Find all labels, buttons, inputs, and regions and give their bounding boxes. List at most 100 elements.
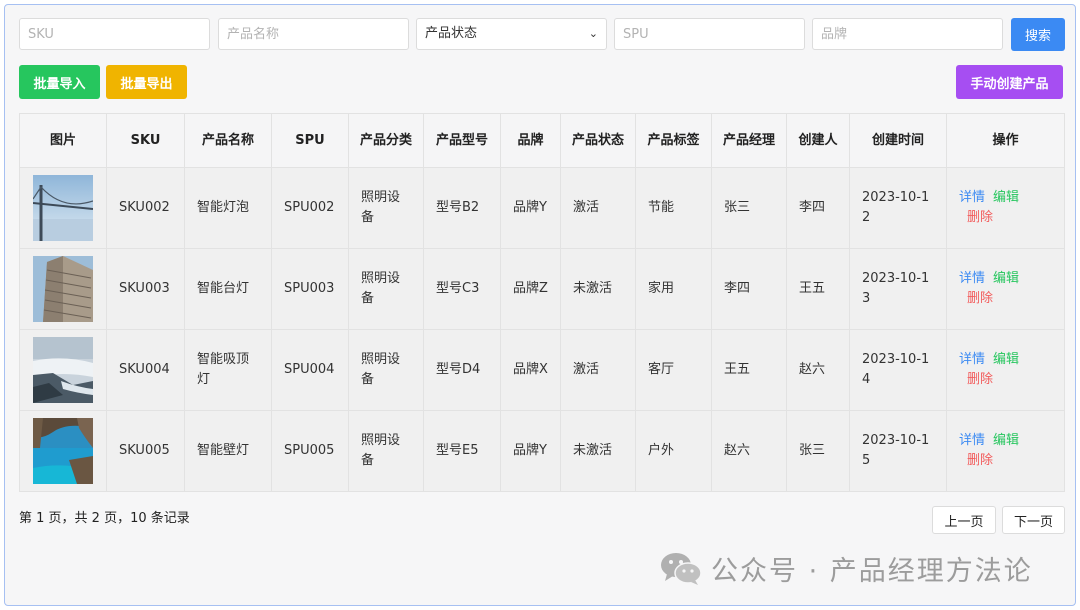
sku-cell: SKU004 bbox=[106, 329, 185, 411]
category-cell: 照明设备 bbox=[348, 410, 424, 492]
brand-cell: 品牌Y bbox=[500, 167, 561, 249]
header-actions: 操作 bbox=[946, 113, 1065, 168]
product-name-cell: 智能灯泡 bbox=[184, 167, 272, 249]
image-cell bbox=[19, 329, 107, 411]
delete-link[interactable]: 删除 bbox=[967, 289, 993, 309]
detail-link[interactable]: 详情 bbox=[959, 350, 985, 370]
delete-link[interactable]: 删除 bbox=[967, 208, 993, 228]
image-cell bbox=[19, 410, 107, 492]
filter-bar: 产品状态 ⌄ 搜索 bbox=[19, 18, 1065, 51]
header-model: 产品型号 bbox=[423, 113, 501, 168]
table-row: SKU005 智能壁灯 SPU005 照明设备 型号E5 品牌Y 未激活 户外 … bbox=[19, 410, 1065, 492]
header-tag: 产品标签 bbox=[635, 113, 712, 168]
table-row: SKU004 智能吸顶灯 SPU004 照明设备 型号D4 品牌X 激活 客厅 … bbox=[19, 329, 1065, 411]
model-cell: 型号E5 bbox=[423, 410, 501, 492]
edit-link[interactable]: 编辑 bbox=[993, 188, 1019, 208]
bulk-import-button[interactable]: 批量导入 bbox=[19, 65, 100, 99]
header-category: 产品分类 bbox=[348, 113, 424, 168]
tag-cell: 客厅 bbox=[635, 329, 712, 411]
model-cell: 型号C3 bbox=[423, 248, 501, 330]
created-time-cell: 2023-10-13 bbox=[849, 248, 947, 330]
product-name-input[interactable] bbox=[218, 18, 409, 50]
bridge-thumbnail bbox=[33, 175, 93, 241]
header-status: 产品状态 bbox=[560, 113, 636, 168]
manager-cell: 张三 bbox=[711, 167, 787, 249]
model-cell: 型号D4 bbox=[423, 329, 501, 411]
detail-link[interactable]: 详情 bbox=[959, 188, 985, 208]
tag-cell: 节能 bbox=[635, 167, 712, 249]
brand-input[interactable] bbox=[812, 18, 1003, 50]
model-cell: 型号B2 bbox=[423, 167, 501, 249]
pagination-summary: 第 1 页，共 2 页，10 条记录 bbox=[19, 511, 190, 526]
table-header-row: 图片 SKU 产品名称 SPU 产品分类 产品型号 品牌 产品状态 产品标签 产… bbox=[19, 113, 1065, 168]
header-manager: 产品经理 bbox=[711, 113, 787, 168]
brand-cell: 品牌Z bbox=[500, 248, 561, 330]
sku-cell: SKU003 bbox=[106, 248, 185, 330]
creator-cell: 赵六 bbox=[786, 329, 850, 411]
next-page-button[interactable]: 下一页 bbox=[1002, 506, 1065, 534]
table-row: SKU003 智能台灯 SPU003 照明设备 型号C3 品牌Z 未激活 家用 … bbox=[19, 248, 1065, 330]
building-thumbnail bbox=[33, 256, 93, 322]
product-status-value: 产品状态 bbox=[425, 26, 478, 41]
delete-link[interactable]: 删除 bbox=[967, 370, 993, 390]
header-creator: 创建人 bbox=[786, 113, 850, 168]
waterfall-thumbnail bbox=[33, 337, 93, 403]
edit-link[interactable]: 编辑 bbox=[993, 431, 1019, 451]
creator-cell: 王五 bbox=[786, 248, 850, 330]
header-brand: 品牌 bbox=[500, 113, 561, 168]
spu-cell: SPU004 bbox=[271, 329, 349, 411]
manager-cell: 李四 bbox=[711, 248, 787, 330]
actions-cell: 详情 编辑 删除 bbox=[946, 410, 1065, 492]
sku-input[interactable] bbox=[19, 18, 210, 50]
image-cell bbox=[19, 248, 107, 330]
product-name-cell: 智能台灯 bbox=[184, 248, 272, 330]
header-image: 图片 bbox=[19, 113, 107, 168]
spu-cell: SPU002 bbox=[271, 167, 349, 249]
status-cell: 激活 bbox=[560, 167, 636, 249]
manager-cell: 王五 bbox=[711, 329, 787, 411]
watermark: 公众号 · 产品经理方法论 bbox=[659, 548, 1033, 588]
product-name-cell: 智能壁灯 bbox=[184, 410, 272, 492]
detail-link[interactable]: 详情 bbox=[959, 431, 985, 451]
sku-cell: SKU002 bbox=[106, 167, 185, 249]
wechat-icon bbox=[661, 553, 702, 585]
brand-cell: 品牌Y bbox=[500, 410, 561, 492]
category-cell: 照明设备 bbox=[348, 167, 424, 249]
edit-link[interactable]: 编辑 bbox=[993, 350, 1019, 370]
spu-cell: SPU005 bbox=[271, 410, 349, 492]
header-sku: SKU bbox=[106, 113, 185, 168]
sku-cell: SKU005 bbox=[106, 410, 185, 492]
product-status-select[interactable]: 产品状态 ⌄ bbox=[416, 18, 607, 50]
product-name-cell: 智能吸顶灯 bbox=[184, 329, 272, 411]
table-row: SKU002 智能灯泡 SPU002 照明设备 型号B2 品牌Y 激活 节能 张… bbox=[19, 167, 1065, 249]
brand-cell: 品牌X bbox=[500, 329, 561, 411]
spu-input[interactable] bbox=[614, 18, 805, 50]
category-cell: 照明设备 bbox=[348, 248, 424, 330]
bulk-export-button[interactable]: 批量导出 bbox=[106, 65, 187, 99]
actions-cell: 详情 编辑 删除 bbox=[946, 167, 1065, 249]
chevron-down-icon: ⌄ bbox=[588, 27, 598, 40]
creator-cell: 张三 bbox=[786, 410, 850, 492]
status-cell: 激活 bbox=[560, 329, 636, 411]
edit-link[interactable]: 编辑 bbox=[993, 269, 1019, 289]
status-cell: 未激活 bbox=[560, 410, 636, 492]
delete-link[interactable]: 删除 bbox=[967, 451, 993, 471]
product-table: 图片 SKU 产品名称 SPU 产品分类 产品型号 品牌 产品状态 产品标签 产… bbox=[19, 113, 1065, 492]
actions-cell: 详情 编辑 删除 bbox=[946, 248, 1065, 330]
search-button[interactable]: 搜索 bbox=[1011, 18, 1065, 51]
category-cell: 照明设备 bbox=[348, 329, 424, 411]
spu-cell: SPU003 bbox=[271, 248, 349, 330]
watermark-text: 公众号 · 产品经理方法论 bbox=[711, 555, 1033, 587]
create-product-button[interactable]: 手动创建产品 bbox=[956, 65, 1063, 99]
page-frame: 产品状态 ⌄ 搜索 批量导入 批量导出 手动创建产品 图片 SKU 产品名称 S… bbox=[4, 4, 1076, 606]
header-created-time: 创建时间 bbox=[849, 113, 947, 168]
creator-cell: 李四 bbox=[786, 167, 850, 249]
created-time-cell: 2023-10-14 bbox=[849, 329, 947, 411]
prev-page-button[interactable]: 上一页 bbox=[932, 506, 996, 534]
header-product-name: 产品名称 bbox=[184, 113, 272, 168]
manager-cell: 赵六 bbox=[711, 410, 787, 492]
tag-cell: 家用 bbox=[635, 248, 712, 330]
detail-link[interactable]: 详情 bbox=[959, 269, 985, 289]
tag-cell: 户外 bbox=[635, 410, 712, 492]
image-cell bbox=[19, 167, 107, 249]
